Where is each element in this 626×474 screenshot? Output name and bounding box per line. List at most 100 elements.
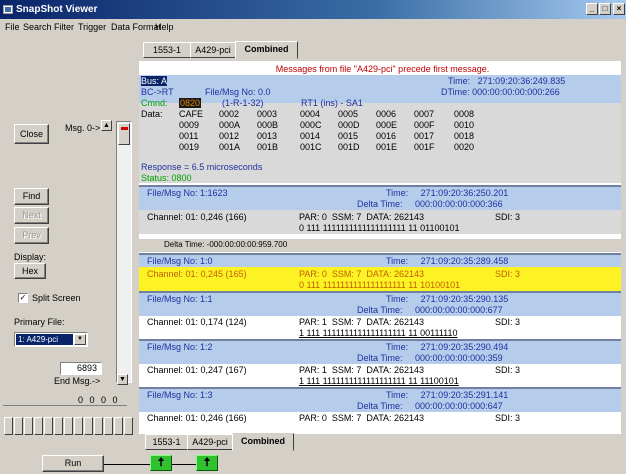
data-word: 0009 <box>179 120 200 130</box>
message-view[interactable]: Messages from file "A429-pci" precede fi… <box>139 61 626 434</box>
prev-button[interactable]: Prev <box>14 227 49 244</box>
menu-help[interactable]: Help <box>155 22 174 32</box>
tab-a429-pci-bottom[interactable]: A429-pci <box>187 434 233 450</box>
dtime-value: Delta Time: 000:00:00:00:000:677 <box>357 305 503 315</box>
data-word: 0012 <box>219 131 240 141</box>
primary-file-value: 1: A429-pci <box>16 334 73 345</box>
menu-trigger[interactable]: Trigger <box>78 22 106 32</box>
menu-search[interactable]: Search <box>23 22 52 32</box>
step-button[interactable] <box>94 417 103 435</box>
tab-combined[interactable]: Combined <box>235 41 298 59</box>
vertical-scrollbar[interactable] <box>621 61 626 434</box>
slider-thumb[interactable] <box>118 123 130 145</box>
close-button[interactable]: Close <box>14 124 49 144</box>
up-arrow-icon[interactable]: ▲ <box>101 120 112 131</box>
data-word: 001C <box>300 142 322 152</box>
file-msg-no: File/Msg No: 1:1 <box>147 294 213 304</box>
file-msg-no: File/Msg No: 1:2 <box>147 342 213 352</box>
data-word: 0005 <box>338 109 359 119</box>
data-word: 000E <box>376 120 398 130</box>
sdi-text: SDI: 3 <box>495 269 521 279</box>
step-button[interactable] <box>4 417 13 435</box>
data-word: 0010 <box>454 120 475 130</box>
data-word: 0013 <box>257 131 278 141</box>
step-button[interactable] <box>104 417 113 435</box>
next-button[interactable]: Next <box>14 207 49 224</box>
display-format-button[interactable]: Hex <box>14 263 46 279</box>
data-word: 000F <box>414 120 435 130</box>
menu-file[interactable]: File <box>5 22 20 32</box>
par-text: PAR: 0 SSM: 7 DATA: 262143 <box>299 212 425 222</box>
step-button[interactable] <box>84 417 93 435</box>
tab-combined-bottom[interactable]: Combined <box>232 433 294 451</box>
time-value: Time: 271:09:20:35:289.458 <box>386 256 509 266</box>
tab-1553-1-bottom[interactable]: 1553-1 <box>145 434 188 450</box>
cmnd-desc: (1-R-1-32) <box>222 98 264 108</box>
data-word: 001A <box>219 142 241 152</box>
data-word: 0018 <box>454 131 475 141</box>
close-window-button[interactable]: × <box>613 3 625 15</box>
data-word: 000A <box>219 120 241 130</box>
menu-filter[interactable]: Filter <box>54 22 74 32</box>
step-button[interactable] <box>24 417 33 435</box>
step-button[interactable] <box>44 417 53 435</box>
sdi-text: SDI: 3 <box>495 413 521 423</box>
par-text: PAR: 0 SSM: 7 DATA: 262143 <box>299 269 425 279</box>
data-word: 001E <box>376 142 398 152</box>
tab-a429-pci[interactable]: A429-pci <box>190 42 236 58</box>
primary-file-select[interactable]: 1: A429-pci ▼ <box>14 332 88 347</box>
time-value: Time: 271:09:20:35:290.494 <box>386 342 509 352</box>
dtime-value: Delta Time: 000:00:00:00:000:359 <box>357 353 503 363</box>
step-button[interactable] <box>114 417 123 435</box>
menu-data-format[interactable]: Data Format <box>111 22 161 32</box>
channel-text: Channel: 01: 0,246 (166) <box>147 413 247 423</box>
title-bar: SnapShot Viewer <box>0 0 626 19</box>
direction-label: BC->RT <box>141 87 174 97</box>
split-delta-bar: Delta Time: -000:00:00:00:959.700 <box>139 239 626 252</box>
data-word: 001F <box>414 142 435 152</box>
arrow-up-icon[interactable]: 🠅 <box>150 455 172 471</box>
menu-bar: File Search Filter Trigger Data Format H… <box>0 19 626 36</box>
data-word: 001B <box>257 142 279 152</box>
file-msg-no: File/Msg No: 1:0 <box>147 256 213 266</box>
message-slider-track[interactable] <box>116 121 132 383</box>
sdi-text: SDI: 3 <box>495 317 521 327</box>
connector-line <box>104 464 150 465</box>
down-arrow-icon[interactable]: ▼ <box>117 374 128 385</box>
step-button[interactable] <box>124 417 133 435</box>
dtime-value: DTime: 000:00:00:00:000:266 <box>441 87 560 97</box>
step-button[interactable] <box>74 417 83 435</box>
step-button[interactable] <box>34 417 43 435</box>
minimize-button[interactable]: _ <box>586 3 598 15</box>
step-button[interactable] <box>54 417 63 435</box>
split-delta-text: Delta Time: -000:00:00:00:959.700 <box>164 240 288 249</box>
find-button[interactable]: Find <box>14 188 49 205</box>
run-button[interactable]: Run <box>42 455 104 472</box>
maximize-button[interactable]: □ <box>599 3 611 15</box>
cmnd-value: 0820 <box>179 98 202 108</box>
dtime-value: Delta Time: 000:00:00:00:000:647 <box>357 401 503 411</box>
time-value: Time: 271:09:20:36:250.201 <box>386 188 509 198</box>
window-title: SnapShot Viewer <box>16 4 98 15</box>
file-msg-no: File/Msg No: 0.0 <box>205 87 271 97</box>
display-label: Display: <box>14 252 47 262</box>
data-label: Data: <box>141 109 163 119</box>
time-value: Time: 271:09:20:36:249.835 <box>448 76 566 86</box>
sdi-text: SDI: 3 <box>495 212 521 222</box>
tick-ruler <box>3 405 127 417</box>
data-word: 0014 <box>300 131 321 141</box>
end-count-field[interactable]: 6893 <box>60 362 102 375</box>
chevron-down-icon[interactable]: ▼ <box>74 334 86 345</box>
par-text: PAR: 0 SSM: 7 DATA: 262143 <box>299 413 425 423</box>
bits-text: 1 111 1111111111111111111 11 00111110 <box>299 328 458 338</box>
cmnd-label: Cmnd: <box>141 98 168 108</box>
split-screen-checkbox[interactable]: ✓ <box>18 293 28 303</box>
data-word: 000D <box>338 120 360 130</box>
tab-1553-1[interactable]: 1553-1 <box>143 42 191 58</box>
connector-line <box>172 464 196 465</box>
step-button[interactable] <box>64 417 73 435</box>
arrow-up-icon[interactable]: 🠅 <box>196 455 218 471</box>
data-word: 0015 <box>338 131 359 141</box>
rt-label: RT1 (ins) - SA1 <box>301 98 363 108</box>
step-button[interactable] <box>14 417 23 435</box>
